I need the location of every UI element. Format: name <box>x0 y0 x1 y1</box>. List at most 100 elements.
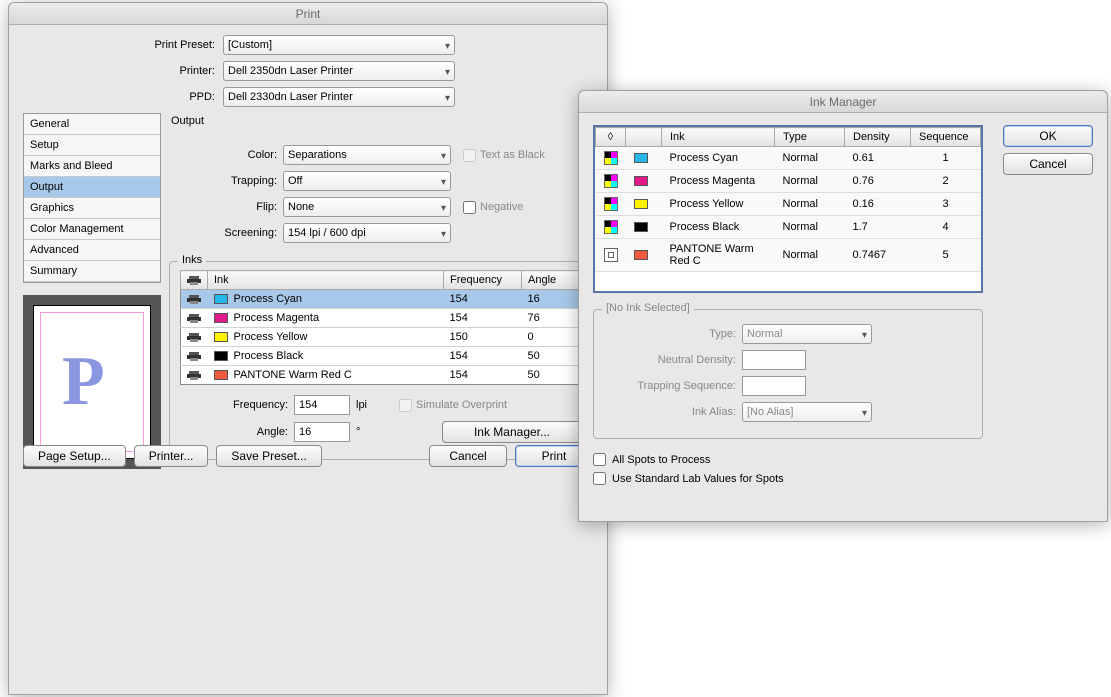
text-as-black-label: Text as Black <box>480 149 545 161</box>
sidebar-item-marks-and-bleed[interactable]: Marks and Bleed <box>24 156 160 177</box>
inks-table[interactable]: Ink Frequency Angle Process Cyan15416Pro… <box>180 270 582 385</box>
print-preset-label: Print Preset: <box>23 39 223 51</box>
ppd-select[interactable]: Dell 2330dn Laser Printer <box>223 87 455 107</box>
ink-manager-title: Ink Manager <box>579 91 1107 113</box>
ink-row[interactable]: PANTONE Warm Red C15450 <box>181 366 582 385</box>
neutral-density-input[interactable] <box>742 350 806 370</box>
color-swatch <box>634 199 648 209</box>
ink-drop-icon: ◊ <box>608 131 613 143</box>
output-header: Output <box>171 115 593 127</box>
negative-label: Negative <box>480 201 523 213</box>
printer-icon <box>187 351 201 361</box>
color-select[interactable]: Separations <box>283 145 451 165</box>
ink-alias-select[interactable]: [No Alias] <box>742 402 872 422</box>
flip-select[interactable]: None <box>283 197 451 217</box>
ink-row[interactable]: Process YellowNormal0.163 <box>596 193 981 216</box>
inks-col-print[interactable] <box>181 271 208 290</box>
negative-checkbox[interactable] <box>463 201 476 214</box>
printer-icon <box>187 370 201 380</box>
lab-values-label: Use Standard Lab Values for Spots <box>612 473 784 485</box>
ok-button[interactable]: OK <box>1003 125 1093 147</box>
flip-label: Flip: <box>169 201 283 213</box>
frequency-input[interactable] <box>294 395 350 415</box>
ink-row[interactable]: Process Cyan15416 <box>181 290 582 309</box>
ink-row[interactable]: Process Yellow1500 <box>181 328 582 347</box>
inks-legend: Inks <box>178 254 206 266</box>
spot-icon <box>604 248 618 262</box>
col-density[interactable]: Density <box>845 128 911 147</box>
sidebar-item-output[interactable]: Output <box>24 177 160 198</box>
frequency-unit: lpi <box>356 399 367 411</box>
process-icon <box>604 174 618 188</box>
trapping-sequence-label: Trapping Sequence: <box>606 380 742 392</box>
color-swatch <box>214 332 228 342</box>
simulate-overprint-checkbox <box>399 399 412 412</box>
text-as-black-checkbox <box>463 149 476 162</box>
trapping-select[interactable]: Off <box>283 171 451 191</box>
lab-values-checkbox[interactable] <box>593 472 606 485</box>
cancel-button[interactable]: Cancel <box>1003 153 1093 175</box>
cancel-button[interactable]: Cancel <box>429 445 507 467</box>
printer-icon <box>187 313 201 323</box>
ink-row[interactable]: PANTONE Warm Red CNormal0.74675 <box>596 239 981 272</box>
all-spots-checkbox[interactable] <box>593 453 606 466</box>
save-preset-button[interactable]: Save Preset... <box>216 445 321 467</box>
col-ink[interactable]: Ink <box>662 128 775 147</box>
color-swatch <box>214 313 228 323</box>
color-swatch <box>634 250 648 260</box>
ink-row[interactable]: Process Magenta15476 <box>181 309 582 328</box>
col-kind-icon[interactable]: ◊ <box>596 128 626 147</box>
printer-icon <box>187 294 201 304</box>
frequency-label: Frequency: <box>180 399 294 411</box>
print-dialog: Print Print Preset: [Custom] Printer: De… <box>8 2 608 695</box>
color-swatch <box>214 370 228 380</box>
angle-unit: ° <box>356 426 360 438</box>
printer-select[interactable]: Dell 2350dn Laser Printer <box>223 61 455 81</box>
col-type[interactable]: Type <box>775 128 845 147</box>
simulate-overprint-label: Simulate Overprint <box>416 399 507 411</box>
neutral-density-label: Neutral Density: <box>606 354 742 366</box>
ink-row[interactable]: Process BlackNormal1.74 <box>596 216 981 239</box>
printer-button[interactable]: Printer... <box>134 445 209 467</box>
screening-label: Screening: <box>169 227 283 239</box>
inks-col-frequency[interactable]: Frequency <box>444 271 522 290</box>
page-thumbnail: P <box>23 295 161 469</box>
type-label: Type: <box>606 328 742 340</box>
angle-label: Angle: <box>180 426 294 438</box>
sidebar-item-graphics[interactable]: Graphics <box>24 198 160 219</box>
print-title: Print <box>9 3 607 25</box>
print-preset-select[interactable]: [Custom] <box>223 35 455 55</box>
sidebar-item-color-management[interactable]: Color Management <box>24 219 160 240</box>
printer-label: Printer: <box>23 65 223 77</box>
col-swatch[interactable] <box>626 128 662 147</box>
ink-row[interactable]: Process CyanNormal0.611 <box>596 147 981 170</box>
trapping-label: Trapping: <box>169 175 283 187</box>
inks-col-angle[interactable]: Angle <box>522 271 582 290</box>
ink-manager-table[interactable]: ◊ Ink Type Density Sequence Process Cyan… <box>595 127 981 271</box>
process-icon <box>604 220 618 234</box>
ink-alias-label: Ink Alias: <box>606 406 742 418</box>
trapping-sequence-input[interactable] <box>742 376 806 396</box>
col-sequence[interactable]: Sequence <box>911 128 981 147</box>
ink-manager-button[interactable]: Ink Manager... <box>442 421 582 443</box>
printer-icon <box>187 332 201 342</box>
printer-icon <box>187 275 201 285</box>
sidebar-item-advanced[interactable]: Advanced <box>24 240 160 261</box>
color-swatch <box>634 153 648 163</box>
color-swatch <box>634 222 648 232</box>
inks-col-ink[interactable]: Ink <box>208 271 444 290</box>
sidebar-item-summary[interactable]: Summary <box>24 261 160 282</box>
page-setup-button[interactable]: Page Setup... <box>23 445 126 467</box>
color-swatch <box>634 176 648 186</box>
ink-row[interactable]: Process MagentaNormal0.762 <box>596 170 981 193</box>
color-swatch <box>214 351 228 361</box>
ink-manager-dialog: Ink Manager OK Cancel ◊ Ink Type Density… <box>578 90 1108 522</box>
sidebar-item-setup[interactable]: Setup <box>24 135 160 156</box>
angle-input[interactable] <box>294 422 350 442</box>
sidebar-item-general[interactable]: General <box>24 114 160 135</box>
screening-select[interactable]: 154 lpi / 600 dpi <box>283 223 451 243</box>
ink-row[interactable]: Process Black15450 <box>181 347 582 366</box>
type-select[interactable]: Normal <box>742 324 872 344</box>
ppd-label: PPD: <box>23 91 223 103</box>
print-sidebar: GeneralSetupMarks and BleedOutputGraphic… <box>23 113 161 283</box>
